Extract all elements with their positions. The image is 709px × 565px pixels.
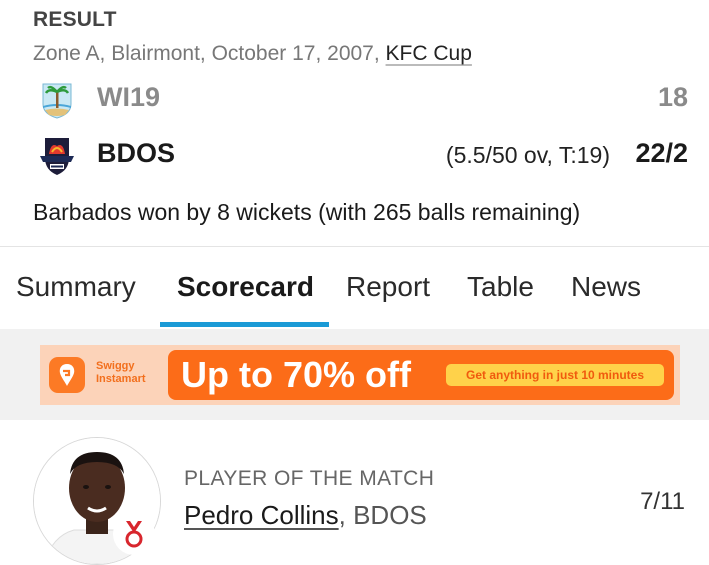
ad-subtext: Get anything in just 10 minutes bbox=[446, 364, 664, 386]
team-row-wi19[interactable]: WI19 18 bbox=[0, 78, 709, 122]
tab-scorecard[interactable]: Scorecard bbox=[177, 271, 314, 303]
team-score: 18 bbox=[657, 82, 688, 112]
player-of-the-match-card[interactable]: PLAYER OF THE MATCH Pedro Collins, BDOS … bbox=[0, 420, 709, 565]
player-name-link[interactable]: Pedro Collins bbox=[184, 500, 339, 530]
match-result-text: Barbados won by 8 wickets (with 265 ball… bbox=[33, 199, 581, 225]
ad-area: Swiggy Instamart Up to 70% off Get anyth… bbox=[0, 329, 709, 420]
ad-headline-box: Up to 70% off Get anything in just 10 mi… bbox=[168, 350, 674, 400]
tab-news[interactable]: News bbox=[571, 271, 641, 303]
active-tab-indicator bbox=[160, 322, 329, 327]
swiggy-logo-icon bbox=[49, 357, 85, 393]
match-info: Zone A, Blairmont, October 17, 2007, KFC… bbox=[33, 42, 472, 66]
barbados-pride-logo-icon bbox=[40, 138, 74, 175]
team-row-bdos[interactable]: BDOS (5.5/50 ov, T:19) 22/2 bbox=[0, 134, 709, 178]
team-score: 22/2 bbox=[635, 138, 688, 168]
team-name: WI19 bbox=[97, 82, 161, 112]
tab-summary[interactable]: Summary bbox=[16, 271, 136, 303]
result-status: RESULT bbox=[33, 8, 117, 31]
potm-label: PLAYER OF THE MATCH bbox=[184, 467, 435, 490]
ad-headline: Up to 70% off bbox=[181, 354, 411, 395]
potm-name-line: Pedro Collins, BDOS bbox=[184, 500, 427, 531]
medal-icon bbox=[113, 513, 155, 555]
match-tabs: Summary Scorecard Report Table News bbox=[0, 247, 709, 329]
match-venue-date: Zone A, Blairmont, October 17, 2007, bbox=[33, 42, 380, 65]
west-indies-logo-icon bbox=[42, 83, 72, 119]
team-name: BDOS bbox=[97, 138, 176, 168]
tab-report[interactable]: Report bbox=[346, 271, 430, 303]
ad-brand: Swiggy Instamart bbox=[96, 360, 146, 385]
overs-target-info: (5.5/50 ov, T:19) bbox=[445, 142, 610, 168]
tab-table[interactable]: Table bbox=[467, 271, 534, 303]
series-link[interactable]: KFC Cup bbox=[386, 42, 472, 65]
player-team: , BDOS bbox=[338, 500, 427, 530]
player-figures: 7/11 bbox=[640, 488, 685, 515]
ad-banner[interactable]: Swiggy Instamart Up to 70% off Get anyth… bbox=[40, 345, 680, 405]
